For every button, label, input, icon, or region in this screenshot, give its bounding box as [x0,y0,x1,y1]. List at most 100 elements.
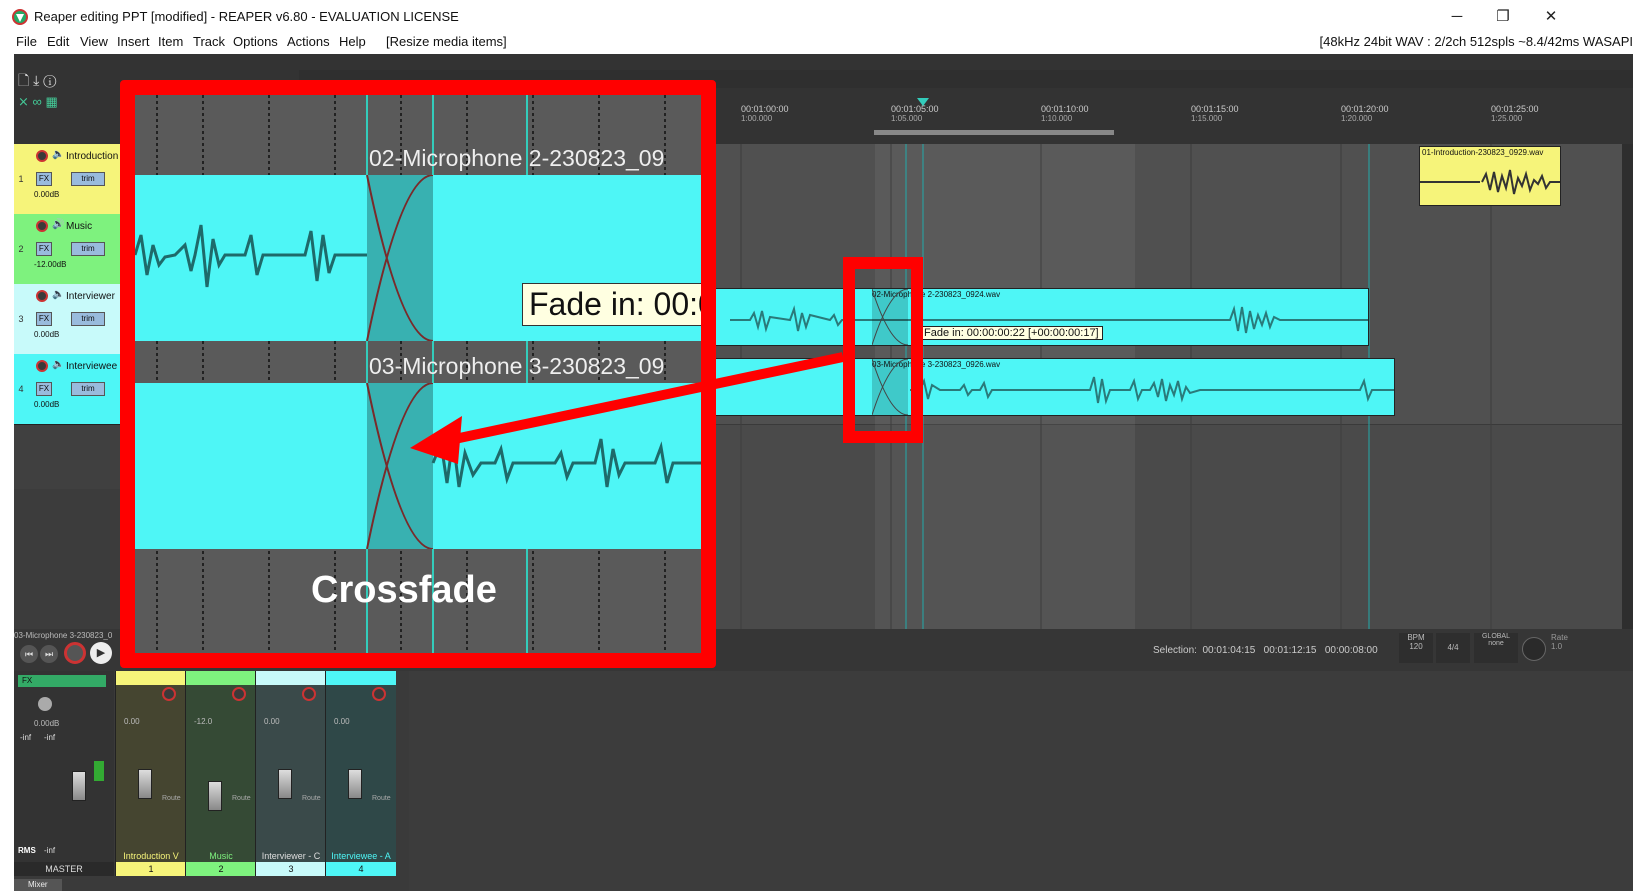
trim-button[interactable]: trim [71,172,105,186]
master-fader[interactable] [72,771,86,801]
track-header-1[interactable]: 1 🔈 Introduction FX trim 0.00dB [14,144,129,215]
audio-device-info[interactable]: [48kHz 24bit WAV : 2/2ch 512spls ~8.4/42… [1320,34,1633,49]
track-header-2[interactable]: 2 🔊 Music FX trim -12.00dB [14,214,129,285]
time-selection-bar[interactable] [874,130,1114,135]
menu-options[interactable]: Options [233,34,278,49]
crossfade-highlight-box [843,257,923,443]
track-header-3[interactable]: 3 🔈 Interviewer FX trim 0.00dB [14,284,129,355]
master-label: MASTER [14,862,114,876]
title-bar: Reaper editing PPT [modified] - REAPER v… [0,0,1633,34]
peak-right: -inf [44,733,56,742]
record-arm-button[interactable] [36,150,48,162]
fx-button[interactable]: FX [36,312,52,326]
track-header-4[interactable]: 4 🔈 Interviewee FX trim 0.00dB [14,354,129,425]
trim-button[interactable]: trim [71,382,105,396]
go-to-start-icon[interactable]: ⏮ [20,645,38,663]
ruler-tick: 00:01:20:00 1:20.000 [1341,104,1389,123]
master-strip: FX 0.00dB -inf -inf RMS -inf MASTER [14,671,114,876]
go-to-end-icon[interactable]: ⏭ [40,645,58,663]
ripple-icon[interactable]: ⨯ [18,94,29,109]
route-button[interactable]: Route [232,795,251,802]
play-button[interactable]: ▶ [90,642,112,664]
vertical-scrollbar[interactable] [1622,144,1633,629]
grid-icon[interactable]: ▦ [45,94,57,109]
selection-readout: Selection: 00:01:04:15 00:01:12:15 00:00… [1153,645,1378,656]
menu-track[interactable]: Track [193,34,225,49]
menu-item[interactable]: Item [158,34,183,49]
restore-button[interactable]: ❐ [1483,5,1523,29]
menu-view[interactable]: View [80,34,108,49]
speaker-icon[interactable]: 🔈 [52,359,64,370]
fx-button[interactable]: FX [36,382,52,396]
playhead-marker-icon[interactable] [917,98,929,108]
master-fx-button[interactable]: FX [18,675,106,687]
pan-knob[interactable] [38,697,52,711]
zoom-mic2-title: 02-Microphone 2-230823_09 [369,145,665,171]
time-signature[interactable]: 4/4 [1436,633,1470,663]
zoom-callout: 02-Microphone 2-230823_09 03-Microphone … [120,80,716,668]
trim-button[interactable]: trim [71,312,105,326]
menu-edit[interactable]: Edit [47,34,69,49]
info-icon[interactable]: ⓘ [43,72,56,88]
bpm-box[interactable]: BPM 120 [1399,633,1433,663]
record-arm-button[interactable] [36,220,48,232]
toolbar-icons[interactable]: 🗋 ⤓ ⓘ [18,70,118,90]
save-icon[interactable]: ⤓ [33,72,39,88]
mixer-strip-1[interactable]: 0.00 Route Introduction V 1 [115,671,186,876]
strip-color-header [326,671,396,685]
minimize-button[interactable]: ─ [1437,5,1477,29]
zoom-item-mic3 [135,383,701,549]
mixer-strip-2[interactable]: -12.0 Route Music 2 [185,671,256,876]
record-arm-button[interactable] [36,360,48,372]
menu-help[interactable]: Help [339,34,366,49]
record-arm-button[interactable] [36,290,48,302]
toolbar-row-2[interactable]: ⨯ ∞ ▦ [18,94,118,112]
mixer-tab[interactable]: Mixer [14,879,62,891]
track-volume: 0.00dB [34,330,60,339]
record-arm-button[interactable] [162,687,176,701]
close-button[interactable]: ✕ [1531,5,1571,29]
mixer-strip-4[interactable]: 0.00 Route Interviewee - A 4 [325,671,396,876]
menu-file[interactable]: File [16,34,37,49]
speaker-icon[interactable]: 🔈 [52,149,64,160]
rms-label: RMS [18,846,36,855]
strip-name: Introduction V [123,851,179,861]
route-button[interactable]: Route [372,795,391,802]
route-button[interactable]: Route [162,795,181,802]
mixer-strip-3[interactable]: 0.00 Route Interviewer - C 3 [255,671,326,876]
trim-button[interactable]: trim [71,242,105,256]
speaker-icon[interactable]: 🔊 [52,219,64,230]
track-name[interactable]: Interviewee [66,361,117,372]
track-name[interactable]: Music [66,221,92,232]
route-button[interactable]: Route [302,795,321,802]
global-automation[interactable]: GLOBAL none [1474,633,1518,663]
track-name[interactable]: Interviewer [66,291,115,302]
rate-knob[interactable] [1522,637,1546,661]
route-icon[interactable] [94,761,104,781]
record-arm-button[interactable] [302,687,316,701]
strip-number: 3 [256,862,326,876]
record-arm-button[interactable] [372,687,386,701]
menu-insert[interactable]: Insert [117,34,150,49]
media-item-intro[interactable]: 01-Introduction-230823_0929.wav [1419,146,1561,206]
link-icon[interactable]: ∞ [33,94,42,109]
strip-number: 4 [326,862,396,876]
record-button[interactable] [64,642,86,664]
record-arm-button[interactable] [232,687,246,701]
track-name[interactable]: Introduction [66,151,118,162]
strip-fader[interactable] [208,781,222,811]
waveform [1420,169,1560,195]
zoom-mic3-title: 03-Microphone 3-230823_09 [369,353,665,379]
speaker-icon[interactable]: 🔈 [52,289,64,300]
ruler-tick: 00:01:15:00 1:15.000 [1191,104,1239,123]
fx-button[interactable]: FX [36,242,52,256]
new-project-icon[interactable]: 🗋 [18,72,29,88]
strip-fader[interactable] [348,769,362,799]
ruler-tick: 00:01:00:00 1:00.000 [741,104,789,123]
track-volume: 0.00dB [34,400,60,409]
menu-actions[interactable]: Actions [287,34,330,49]
strip-fader[interactable] [138,769,152,799]
strip-name: Interviewer - C [261,851,321,861]
strip-fader[interactable] [278,769,292,799]
fx-button[interactable]: FX [36,172,52,186]
